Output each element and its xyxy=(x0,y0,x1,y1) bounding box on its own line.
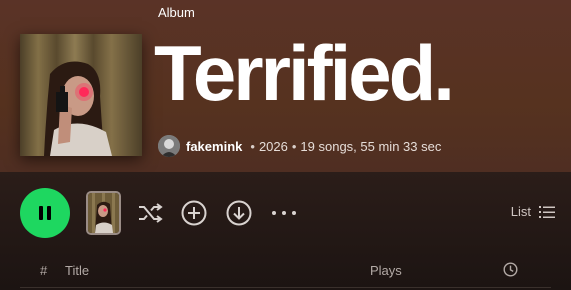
album-header: Album Terrified. fakemink • 2026 • 19 so… xyxy=(0,0,571,172)
table-divider xyxy=(20,287,551,288)
track-table-header: # Title Plays xyxy=(0,257,571,283)
download-icon xyxy=(226,200,252,226)
shuffle-icon xyxy=(139,203,163,223)
list-icon xyxy=(539,205,555,218)
column-title[interactable]: Title xyxy=(65,263,89,278)
album-title: Terrified. xyxy=(154,29,455,117)
column-plays[interactable]: Plays xyxy=(370,263,402,278)
column-track-number: # xyxy=(40,263,48,278)
view-toggle-label: List xyxy=(510,204,531,219)
more-options-button[interactable] xyxy=(270,199,298,227)
artist-avatar[interactable] xyxy=(158,135,180,157)
add-icon xyxy=(181,200,207,226)
shuffle-button[interactable] xyxy=(136,199,164,227)
pause-icon xyxy=(39,206,51,220)
release-year: 2026 xyxy=(258,138,288,154)
column-duration[interactable] xyxy=(503,262,518,280)
view-toggle-button[interactable]: List xyxy=(511,204,555,219)
album-type-label: Album xyxy=(158,5,195,20)
clock-icon xyxy=(503,262,518,277)
meta-separator: • xyxy=(291,138,297,154)
artist-avatar-image xyxy=(158,135,180,157)
more-icon xyxy=(272,211,296,215)
album-cover-art xyxy=(20,34,142,156)
now-playing-cover[interactable] xyxy=(86,191,121,235)
track-summary: 19 songs, 55 min 33 sec xyxy=(300,138,442,154)
pause-button[interactable] xyxy=(20,188,70,238)
album-meta: fakemink • 2026 • 19 songs, 55 min 33 se… xyxy=(158,134,441,158)
now-playing-cover-art xyxy=(88,193,119,233)
album-page: Album Terrified. fakemink • 2026 • 19 so… xyxy=(0,0,571,290)
artist-name-link[interactable]: fakemink xyxy=(186,139,242,154)
add-to-library-button[interactable] xyxy=(180,199,208,227)
meta-separator: • xyxy=(250,138,255,154)
download-button[interactable] xyxy=(225,199,253,227)
album-cover[interactable] xyxy=(20,34,142,156)
